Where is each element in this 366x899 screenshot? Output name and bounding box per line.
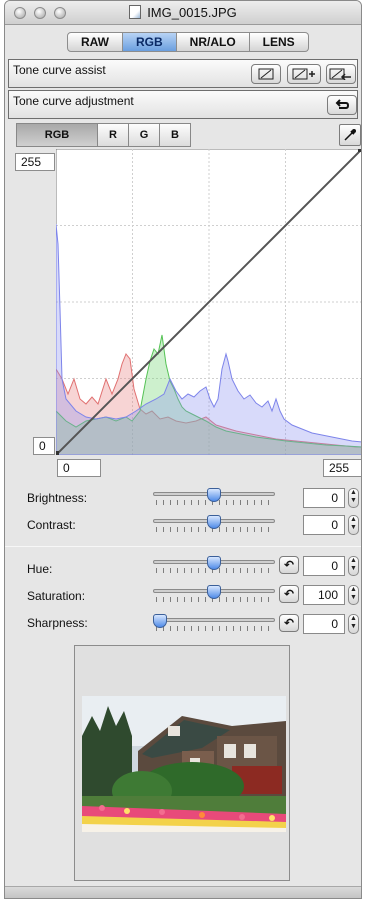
curve-point-white[interactable] bbox=[358, 149, 362, 152]
slider-thumb[interactable] bbox=[207, 488, 221, 502]
sharpness-label: Sharpness: bbox=[27, 616, 88, 630]
reset-arrow-icon bbox=[335, 99, 349, 109]
window-bottom-bar bbox=[5, 886, 361, 898]
saturation-label: Saturation: bbox=[27, 589, 86, 603]
slider-thumb[interactable] bbox=[207, 585, 221, 599]
saturation-stepper-icon[interactable]: ▲ ▼ bbox=[348, 585, 359, 605]
hue-value[interactable]: 0 bbox=[303, 556, 345, 576]
slider-thumb[interactable] bbox=[207, 556, 221, 570]
tone-curve-reset-button[interactable] bbox=[327, 95, 357, 115]
saturation-value[interactable]: 100 bbox=[303, 585, 345, 605]
tone-curve-adjustment-label: Tone curve adjustment bbox=[13, 94, 134, 108]
sharpness-slider[interactable] bbox=[153, 614, 275, 634]
brightness-value[interactable]: 0 bbox=[303, 488, 345, 508]
channel-tabs: RGB R G B bbox=[16, 123, 191, 147]
sharpness-value[interactable]: 0 bbox=[303, 614, 345, 634]
hue-label: Hue: bbox=[27, 562, 53, 576]
tone-curve-graph[interactable] bbox=[56, 149, 362, 455]
channel-tab-g[interactable]: G bbox=[129, 123, 160, 147]
contrast-stepper-icon[interactable]: ▲ ▼ bbox=[348, 515, 359, 535]
curve-plus-icon bbox=[292, 68, 315, 80]
slider-ticks bbox=[156, 626, 272, 631]
tab-raw[interactable]: RAW bbox=[67, 32, 123, 52]
sharpness-reset-icon[interactable]: ↶ bbox=[279, 614, 299, 632]
curve-input-max: 255 bbox=[323, 459, 361, 477]
curve-point-black[interactable] bbox=[56, 451, 59, 455]
tone-curve-assist-linear-button[interactable] bbox=[251, 64, 281, 84]
tab-nr-alo[interactable]: NR/ALO bbox=[176, 32, 250, 52]
saturation-reset-icon[interactable]: ↶ bbox=[279, 585, 299, 603]
eyedropper-icon bbox=[344, 129, 356, 141]
tone-curve-adjustment-bar: Tone curve adjustment bbox=[8, 90, 358, 119]
section-divider bbox=[5, 546, 361, 547]
brightness-label: Brightness: bbox=[27, 491, 88, 505]
tone-curve-assist-label: Tone curve assist bbox=[13, 63, 106, 77]
tab-strip: RAW RGB NR/ALO LENS bbox=[67, 32, 309, 52]
curve-linear-icon bbox=[258, 68, 274, 80]
contrast-label: Contrast: bbox=[27, 518, 76, 532]
channel-tab-rgb[interactable]: RGB bbox=[16, 123, 98, 147]
hue-slider[interactable] bbox=[153, 556, 275, 576]
tone-curve-assist-bar: Tone curve assist bbox=[8, 59, 358, 88]
contrast-slider[interactable] bbox=[153, 515, 275, 535]
tab-rgb[interactable]: RGB bbox=[123, 32, 177, 52]
slider-track bbox=[153, 618, 275, 622]
curve-input-min: 0 bbox=[57, 459, 101, 477]
slider-thumb[interactable] bbox=[153, 614, 167, 628]
hue-reset-icon[interactable]: ↶ bbox=[279, 556, 299, 574]
tab-lens[interactable]: LENS bbox=[249, 32, 309, 52]
brightness-slider[interactable] bbox=[153, 488, 275, 508]
curve-output-min: 0 bbox=[33, 437, 55, 455]
brightness-stepper-icon[interactable]: ▲ ▼ bbox=[348, 488, 359, 508]
image-preview-frame bbox=[74, 645, 290, 881]
channel-tab-r[interactable]: R bbox=[98, 123, 129, 147]
hue-stepper-icon[interactable]: ▲ ▼ bbox=[348, 556, 359, 576]
eyedropper-button[interactable] bbox=[339, 124, 361, 146]
tone-curve-assist-apply-button[interactable] bbox=[287, 64, 321, 84]
curve-output-max: 255 bbox=[15, 153, 55, 171]
saturation-slider[interactable] bbox=[153, 585, 275, 605]
window-title-area: IMG_0015.JPG bbox=[5, 5, 361, 20]
image-preview-thumbnail[interactable] bbox=[82, 696, 286, 832]
image-adjust-window: IMG_0015.JPG RAW RGB NR/ALO LENS Tone cu… bbox=[4, 0, 362, 899]
tone-curve-assist-reset-button[interactable] bbox=[326, 64, 356, 84]
image-file-icon bbox=[129, 5, 142, 19]
sharpness-stepper-icon[interactable]: ▲ ▼ bbox=[348, 614, 359, 634]
curve-reset-icon bbox=[329, 68, 351, 80]
contrast-value[interactable]: 0 bbox=[303, 515, 345, 535]
channel-tab-b[interactable]: B bbox=[160, 123, 191, 147]
window-title: IMG_0015.JPG bbox=[147, 5, 237, 20]
title-bar[interactable]: IMG_0015.JPG bbox=[5, 1, 361, 25]
slider-thumb[interactable] bbox=[207, 515, 221, 529]
